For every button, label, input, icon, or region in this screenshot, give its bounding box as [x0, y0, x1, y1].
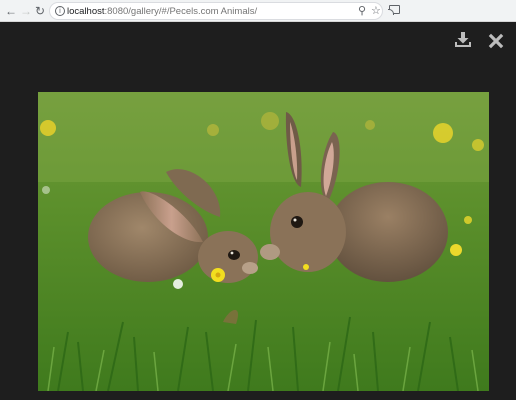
cast-icon[interactable] [388, 5, 400, 15]
info-icon[interactable]: i [55, 6, 65, 16]
browser-toolbar: ← → ↻ i localhost:8080/gallery/#/Pecels.… [0, 0, 516, 22]
address-bar[interactable]: i localhost:8080/gallery/#/Pecels.com An… [49, 2, 383, 20]
reload-icon[interactable]: ↻ [32, 3, 48, 19]
back-arrow-icon[interactable]: ← [3, 3, 19, 19]
close-icon[interactable] [488, 33, 504, 49]
search-icon[interactable]: ⚲ [358, 5, 366, 18]
rabbits-photo [38, 92, 489, 391]
gallery-image [38, 92, 489, 391]
url-text[interactable]: localhost:8080/gallery/#/Pecels.com Anim… [67, 5, 257, 18]
star-icon[interactable]: ☆ [371, 5, 381, 18]
download-icon[interactable] [454, 31, 472, 49]
